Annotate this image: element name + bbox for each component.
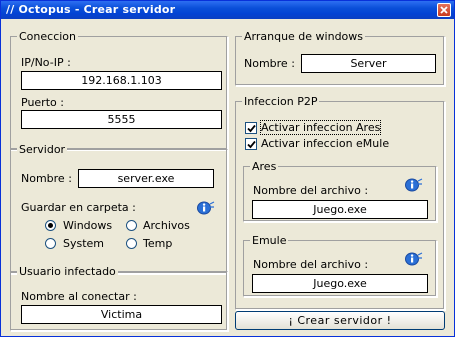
info-icon[interactable] <box>405 252 423 266</box>
connection-group: Coneccion IP/No-IP : 192.168.1.103 Puert… <box>10 30 228 150</box>
close-icon <box>440 6 448 14</box>
startup-name-label: Nombre : <box>244 57 295 70</box>
server-name-label: Nombre : <box>21 172 72 185</box>
radio-temp[interactable] <box>126 238 137 249</box>
radio-archivos[interactable] <box>126 220 137 231</box>
server-group: Servidor Nombre : server.exe Guardar en … <box>10 143 228 274</box>
create-server-button[interactable]: ¡ Crear servidor ! <box>235 311 445 330</box>
server-name-field[interactable]: server.exe <box>78 169 214 188</box>
startup-group: Arranque de windows Nombre : Server <box>235 30 445 86</box>
emule-file-label: Nombre del archivo : <box>253 258 369 271</box>
emule-group: Emule Nombre del archivo : Juego.exe <box>243 234 437 297</box>
radio-system[interactable] <box>45 238 56 249</box>
emule-legend: Emule <box>250 234 289 247</box>
ares-file-field[interactable]: Juego.exe <box>252 200 428 219</box>
app-window: // Octopus - Crear servidor Coneccion IP… <box>0 0 455 337</box>
p2p-legend: Infeccion P2P <box>242 95 320 108</box>
title-bar[interactable]: // Octopus - Crear servidor <box>1 1 454 19</box>
ares-group: Ares Nombre del archivo : Juego.exe <box>243 160 437 222</box>
ares-checkbox[interactable] <box>245 122 257 134</box>
radio-archivos-label[interactable]: Archivos <box>143 219 190 232</box>
info-icon[interactable] <box>405 178 423 192</box>
port-field[interactable]: 5555 <box>21 110 222 129</box>
startup-legend: Arranque de windows <box>242 30 366 43</box>
radio-system-label[interactable]: System <box>63 237 104 250</box>
close-button[interactable] <box>437 3 451 17</box>
info-icon[interactable] <box>197 201 215 215</box>
emule-file-field[interactable]: Juego.exe <box>252 274 428 293</box>
emule-checkbox[interactable] <box>245 138 257 150</box>
radio-windows-label[interactable]: Windows <box>63 219 112 232</box>
window-title: // Octopus - Crear servidor <box>6 3 176 16</box>
emule-checkbox-label[interactable]: Activar infeccion eMule <box>261 137 389 150</box>
client-area: Coneccion IP/No-IP : 192.168.1.103 Puert… <box>2 20 453 335</box>
checkmark-icon <box>247 140 256 149</box>
infected-user-group: Usuario infectado Nombre al conectar : V… <box>10 265 228 331</box>
radio-temp-label[interactable]: Temp <box>143 237 172 250</box>
ares-file-label: Nombre del archivo : <box>253 184 369 197</box>
connection-legend: Coneccion <box>17 30 79 43</box>
infected-user-legend: Usuario infectado <box>17 265 118 278</box>
checkmark-icon <box>247 124 256 133</box>
ares-legend: Ares <box>250 160 279 173</box>
ip-label: IP/No-IP : <box>21 56 71 69</box>
save-folder-label: Guardar en carpeta : <box>21 201 136 214</box>
port-label: Puerto : <box>21 96 64 109</box>
startup-name-field[interactable]: Server <box>301 54 436 73</box>
connect-name-field[interactable]: Victima <box>21 305 222 324</box>
p2p-group: Infeccion P2P Activar infeccion Ares Act… <box>235 95 445 310</box>
connect-name-label: Nombre al conectar : <box>21 290 137 303</box>
ares-checkbox-label[interactable]: Activar infeccion Ares <box>259 120 382 135</box>
radio-windows[interactable] <box>45 220 56 231</box>
ip-field[interactable]: 192.168.1.103 <box>21 71 222 90</box>
server-legend: Servidor <box>17 143 68 156</box>
radio-selected-dot <box>48 223 53 228</box>
